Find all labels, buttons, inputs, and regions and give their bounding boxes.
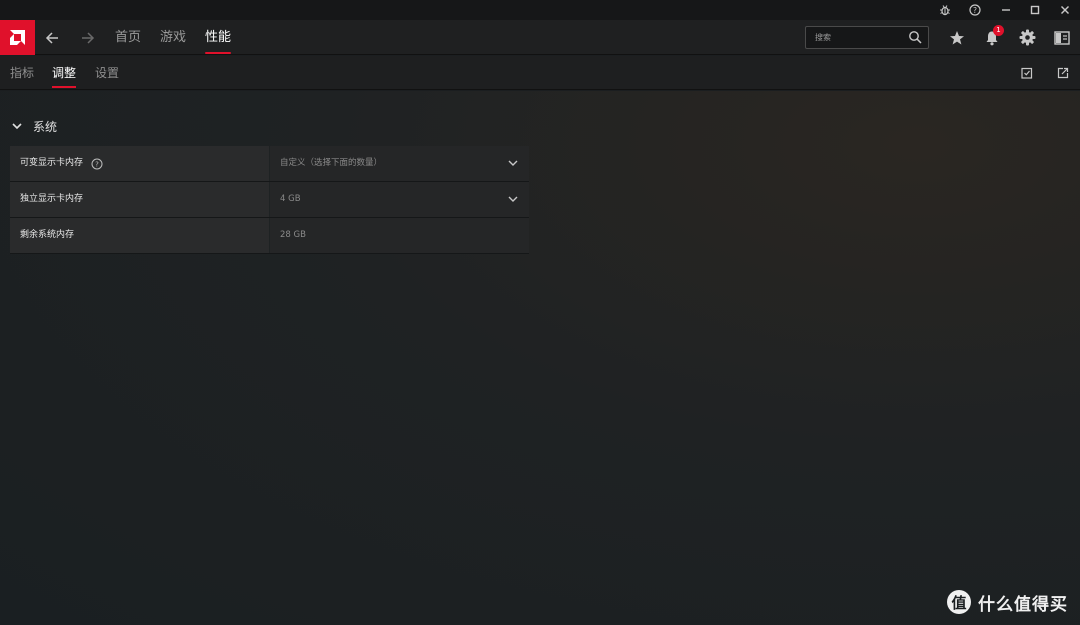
setting-label-text: 可变显示卡内存 bbox=[20, 158, 84, 168]
section-header-system[interactable]: 系统 bbox=[10, 116, 57, 136]
watermark: 值 什么值得买 bbox=[947, 589, 1068, 615]
panel-layout-icon[interactable] bbox=[1045, 20, 1079, 55]
setting-label-text: 独立显示卡内存 bbox=[20, 194, 84, 204]
setting-row-variable-vram: 可变显示卡内存 ? 自定义（选择下面的数量） bbox=[10, 146, 529, 182]
minimize-icon[interactable] bbox=[991, 0, 1021, 20]
setting-value-text: 自定义（选择下面的数量） bbox=[280, 158, 383, 168]
setting-value: 28 GB bbox=[270, 218, 529, 253]
setting-label: 独立显示卡内存 bbox=[10, 182, 269, 217]
bug-report-icon[interactable] bbox=[930, 0, 960, 20]
setting-dropdown[interactable]: 自定义（选择下面的数量） bbox=[270, 146, 529, 181]
tab-home[interactable]: 首页 bbox=[115, 20, 141, 55]
setting-label: 剩余系统内存 bbox=[10, 218, 269, 253]
tab-performance[interactable]: 性能 bbox=[205, 20, 232, 55]
settings-card: 可变显示卡内存 ? 自定义（选择下面的数量） 独立显示卡内存 4 GB 剩余系统… bbox=[10, 146, 529, 254]
tab-games[interactable]: 游戏 bbox=[160, 20, 186, 55]
search-box bbox=[805, 26, 929, 49]
search-icon[interactable] bbox=[908, 30, 923, 45]
main-content: 系统 可变显示卡内存 ? 自定义（选择下面的数量） 独立显示卡内存 4 GB 剩… bbox=[0, 91, 1080, 625]
title-bar: ? bbox=[0, 0, 1080, 20]
setting-dropdown[interactable]: 4 GB bbox=[270, 182, 529, 217]
setting-row-dedicated-vram: 独立显示卡内存 4 GB bbox=[10, 182, 529, 218]
svg-text:?: ? bbox=[973, 6, 977, 15]
subtab-tuning[interactable]: 调整 bbox=[52, 56, 77, 90]
close-icon[interactable] bbox=[1050, 0, 1080, 20]
save-profile-icon[interactable] bbox=[1018, 64, 1036, 82]
chevron-down-icon bbox=[508, 196, 518, 202]
maximize-icon[interactable] bbox=[1020, 0, 1050, 20]
svg-text:?: ? bbox=[95, 160, 99, 168]
setting-row-remaining-ram: 剩余系统内存 28 GB bbox=[10, 218, 529, 254]
setting-label: 可变显示卡内存 ? bbox=[10, 146, 269, 181]
watermark-text: 什么值得买 bbox=[978, 594, 1068, 615]
setting-value-text: 4 GB bbox=[280, 194, 301, 204]
help-icon[interactable]: ? bbox=[960, 0, 990, 20]
top-nav: 首页 游戏 性能 1 bbox=[0, 20, 1080, 55]
notifications-bell-icon[interactable]: 1 bbox=[975, 20, 1009, 55]
amd-logo-icon[interactable] bbox=[0, 20, 35, 55]
subtab-settings[interactable]: 设置 bbox=[95, 56, 119, 90]
forward-arrow-icon[interactable] bbox=[73, 20, 103, 55]
favorites-star-icon[interactable] bbox=[940, 20, 974, 55]
setting-value-text: 28 GB bbox=[280, 230, 306, 240]
subtab-metrics[interactable]: 指标 bbox=[10, 56, 34, 90]
export-icon[interactable] bbox=[1054, 64, 1072, 82]
setting-label-text: 剩余系统内存 bbox=[20, 230, 75, 240]
sub-nav: 指标 调整 设置 bbox=[0, 56, 1080, 90]
search-input[interactable] bbox=[806, 27, 906, 48]
chevron-down-icon bbox=[12, 123, 22, 130]
chevron-down-icon bbox=[508, 160, 518, 166]
help-tooltip-icon[interactable]: ? bbox=[91, 158, 103, 170]
watermark-logo-icon: 值 bbox=[947, 590, 971, 614]
settings-gear-icon[interactable] bbox=[1010, 20, 1044, 55]
section-title: 系统 bbox=[33, 119, 58, 134]
back-arrow-icon[interactable] bbox=[37, 20, 67, 55]
notification-badge: 1 bbox=[993, 25, 1004, 36]
